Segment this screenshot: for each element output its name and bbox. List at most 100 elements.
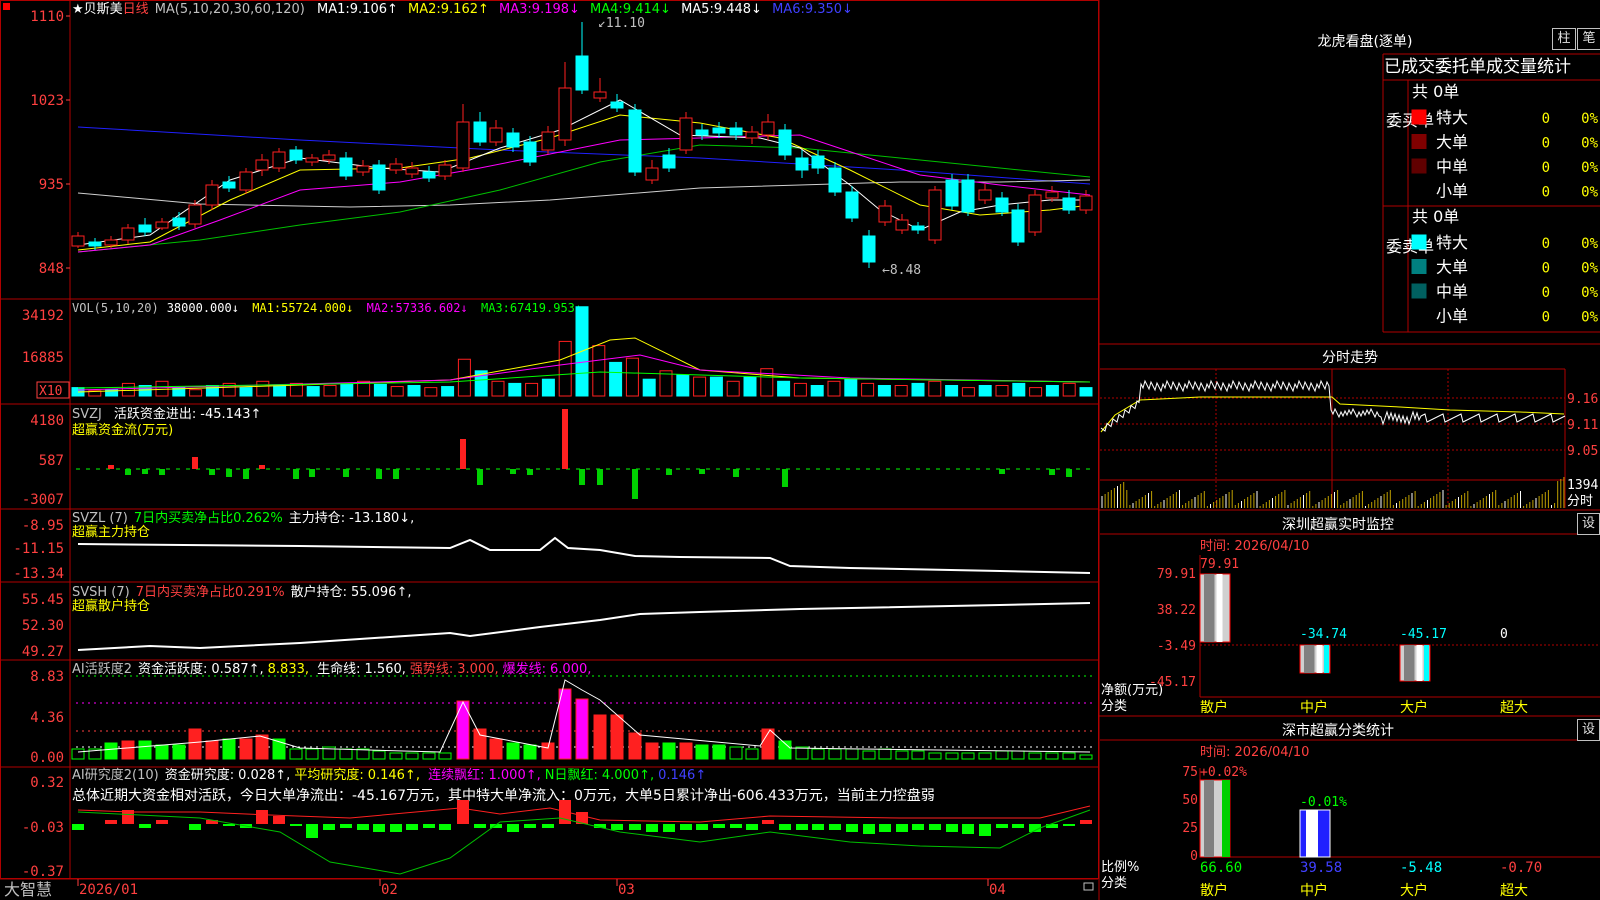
volume-bar <box>844 378 858 397</box>
svzj-bar <box>527 469 533 475</box>
candlestick-series <box>71 22 1093 268</box>
ai2-bar <box>846 824 858 832</box>
ai1-bar <box>610 714 624 760</box>
ai1-bar <box>695 744 709 760</box>
buy-row-name: 中单 <box>1436 157 1468 176</box>
svzj-bar <box>309 469 315 477</box>
ai2-bar <box>189 824 201 830</box>
fenshi-vol-label: 1394 <box>1567 478 1598 493</box>
volume-bar <box>928 380 942 397</box>
buy-row-percent: 0% <box>1581 111 1598 127</box>
svzj-bar <box>159 469 165 475</box>
svzj-subtitle: 超赢资金流(万元) <box>72 422 173 438</box>
ai1-bar <box>155 744 169 760</box>
candle <box>745 131 759 139</box>
fenshi-axis-1: 9.16 <box>1567 392 1598 407</box>
volume-bar <box>340 382 354 397</box>
volume-bar <box>441 386 455 397</box>
sell-row-name: 中单 <box>1436 282 1468 301</box>
sz-monitor-cat: 大户 <box>1400 699 1428 716</box>
volume-bar <box>894 385 908 397</box>
volume-bar <box>961 387 975 397</box>
ai2-axis-1: 0.32 <box>30 775 64 791</box>
candle <box>272 151 286 169</box>
candle <box>645 167 659 181</box>
main-canvas[interactable]: 1110 1023 935 848 34192 16885 4180 587 -… <box>0 0 1600 900</box>
candle <box>811 155 825 169</box>
volume-bar <box>306 386 320 397</box>
ai2-bar <box>406 824 418 830</box>
ai1-bar <box>389 752 403 760</box>
buy-row-swatch <box>1411 109 1427 125</box>
volume-bar <box>693 376 707 397</box>
sz-class-bars: +0.02% -0.01% 66.60 39.58 -5.48 -0.70 散户 中户 大户 超大 <box>1199 765 1542 899</box>
svzj-bar <box>125 469 131 475</box>
ai2-bar <box>611 824 623 830</box>
sz-monitor-value: 79.91 <box>1200 557 1239 572</box>
tick-mode-button[interactable]: 笔 <box>1577 28 1600 50</box>
sz-class-value: -5.48 <box>1400 860 1442 876</box>
candle <box>1062 197 1076 211</box>
price-axis-1: 1110 <box>30 9 64 25</box>
ai1-bar <box>239 738 253 760</box>
buy-row-swatch <box>1411 134 1427 149</box>
candle <box>978 189 992 201</box>
ai1-bar <box>662 742 676 760</box>
ai2-header: AI研究度2(10) 资金研究度: 0.028↑, 平均研究度: 0.146↑, 连续飘… <box>72 767 706 783</box>
buy-row-name: 小单 <box>1436 182 1468 201</box>
ai1-bar <box>473 728 487 760</box>
ai2-bar <box>474 824 486 828</box>
bar-mode-button[interactable]: 柱 <box>1552 28 1576 50</box>
candle <box>729 127 743 136</box>
sz-monitor-ylabel: 净额(万元) <box>1101 683 1163 698</box>
svzj-bar <box>632 469 638 499</box>
svzj-bar <box>782 469 788 487</box>
candle <box>405 167 419 175</box>
ai2-bar <box>629 824 641 830</box>
ai1-bar <box>1011 750 1025 760</box>
fenshi-title: 分时走势 <box>1322 350 1378 366</box>
svsh-subtitle: 超赢散户持仓 <box>72 598 150 614</box>
ai1-bar <box>405 752 419 760</box>
volume-bar <box>709 376 723 397</box>
volume-bar <box>323 385 337 397</box>
volume-bar <box>642 378 656 397</box>
ai2-bar <box>680 824 692 830</box>
ai2-axis-2: -0.03 <box>22 820 64 836</box>
date-label-3: 03 <box>618 882 635 898</box>
sz-class-top: -0.01% <box>1300 795 1347 810</box>
sz-class-top: +0.02% <box>1200 765 1247 780</box>
ai1-header: AI活跃度2 资金活跃度: 0.587↑, 8.833, 生命线: 1.560, 强势线:… <box>72 661 591 677</box>
ai1-bar <box>356 748 370 760</box>
volume-bar <box>205 385 219 397</box>
sz-monitor-settings-button[interactable]: 设 <box>1577 513 1600 535</box>
candle <box>138 224 152 233</box>
sz-monitor-value: 0 <box>1500 627 1508 642</box>
sz-monitor-bar-large-shine <box>1416 645 1423 681</box>
sz-class-bar-retail-edge <box>1222 780 1230 857</box>
sz-class-settings-button[interactable]: 设 <box>1577 719 1600 741</box>
candle <box>71 235 85 247</box>
ai2-bar <box>105 820 117 824</box>
sell-row-name: 特大 <box>1436 233 1468 252</box>
lock-icon[interactable] <box>1083 882 1094 891</box>
candle <box>945 179 959 207</box>
ai1-axis-1: 8.83 <box>30 669 64 685</box>
candle <box>610 101 624 109</box>
sz-monitor-bar-mid-edge <box>1324 645 1329 673</box>
ai2-axis-3: -0.37 <box>22 864 64 880</box>
svzj-bar <box>999 469 1005 474</box>
ai2-bar <box>340 824 352 828</box>
ai1-bar <box>945 752 959 760</box>
volume-bar <box>676 374 690 397</box>
candle <box>188 204 202 225</box>
volume-bar <box>625 357 639 397</box>
ai1-bar <box>422 752 436 760</box>
sz-monitor-bar-retail-shade <box>1204 574 1215 642</box>
candle <box>1011 209 1025 243</box>
price-axis-2: 1023 <box>30 93 64 109</box>
candle <box>372 164 386 191</box>
svsh-header: SVSH (7) 7日内买卖净占比0.291% 散户持仓: 55.096↑, <box>72 584 411 600</box>
candle <box>911 225 925 231</box>
sell-row-value: 0 <box>1542 310 1550 326</box>
